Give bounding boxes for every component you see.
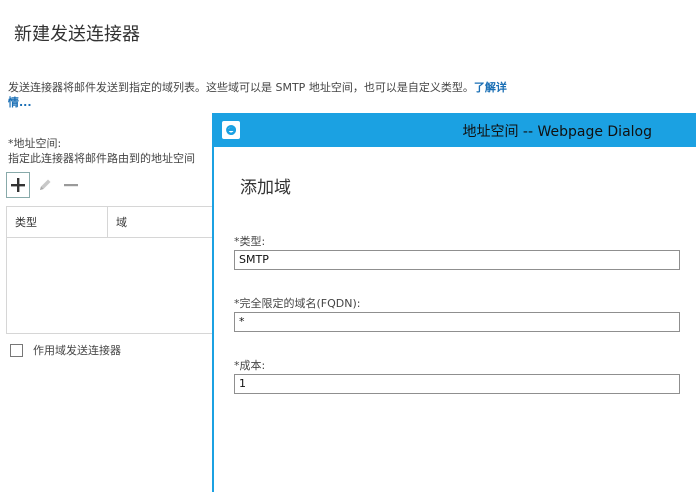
column-header-domain[interactable]: 域 [108,207,127,237]
edit-button[interactable] [34,173,56,197]
plus-icon [11,178,25,192]
page-description: 发送连接器将邮件发送到指定的域列表。这些域可以是 SMTP 地址空间，也可以是自… [8,80,508,110]
fqdn-field[interactable]: * [234,312,680,332]
fqdn-field-label: *完全限定的域名(FQDN): [234,297,361,310]
remove-button[interactable] [60,173,82,197]
dialog-title: 地址空间 -- Webpage Dialog [462,124,652,140]
address-space-table: 类型 域 [6,206,227,334]
address-space-label: *地址空间: [8,137,62,150]
ie-icon [222,121,240,139]
description-text: 发送连接器将邮件发送到指定的域列表。这些域可以是 SMTP 地址空间，也可以是自… [8,81,474,94]
address-space-dialog: 地址空间 -- Webpage Dialog 添加域 *类型: SMTP *完全… [212,113,696,492]
type-field-label: *类型: [234,235,266,248]
add-button[interactable] [6,172,30,198]
address-space-help: 指定此连接器将邮件路由到的地址空间 [8,152,195,165]
type-field[interactable]: SMTP [234,250,680,270]
cost-field-label: *成本: [234,359,266,372]
dialog-heading: 添加域 [240,178,291,198]
pencil-icon [40,179,51,190]
address-space-toolbar [6,171,86,199]
scoped-connector-checkbox[interactable] [10,343,23,357]
table-header: 类型 域 [7,207,227,238]
column-header-type[interactable]: 类型 [7,207,108,237]
cost-field[interactable]: 1 [234,374,680,394]
scoped-connector-label: 作用域发送连接器 [33,344,121,357]
scoped-connector-option: 作用域发送连接器 [10,342,121,358]
dialog-titlebar[interactable]: 地址空间 -- Webpage Dialog [214,115,696,147]
page-title: 新建发送连接器 [14,24,140,45]
minus-icon [64,184,78,187]
